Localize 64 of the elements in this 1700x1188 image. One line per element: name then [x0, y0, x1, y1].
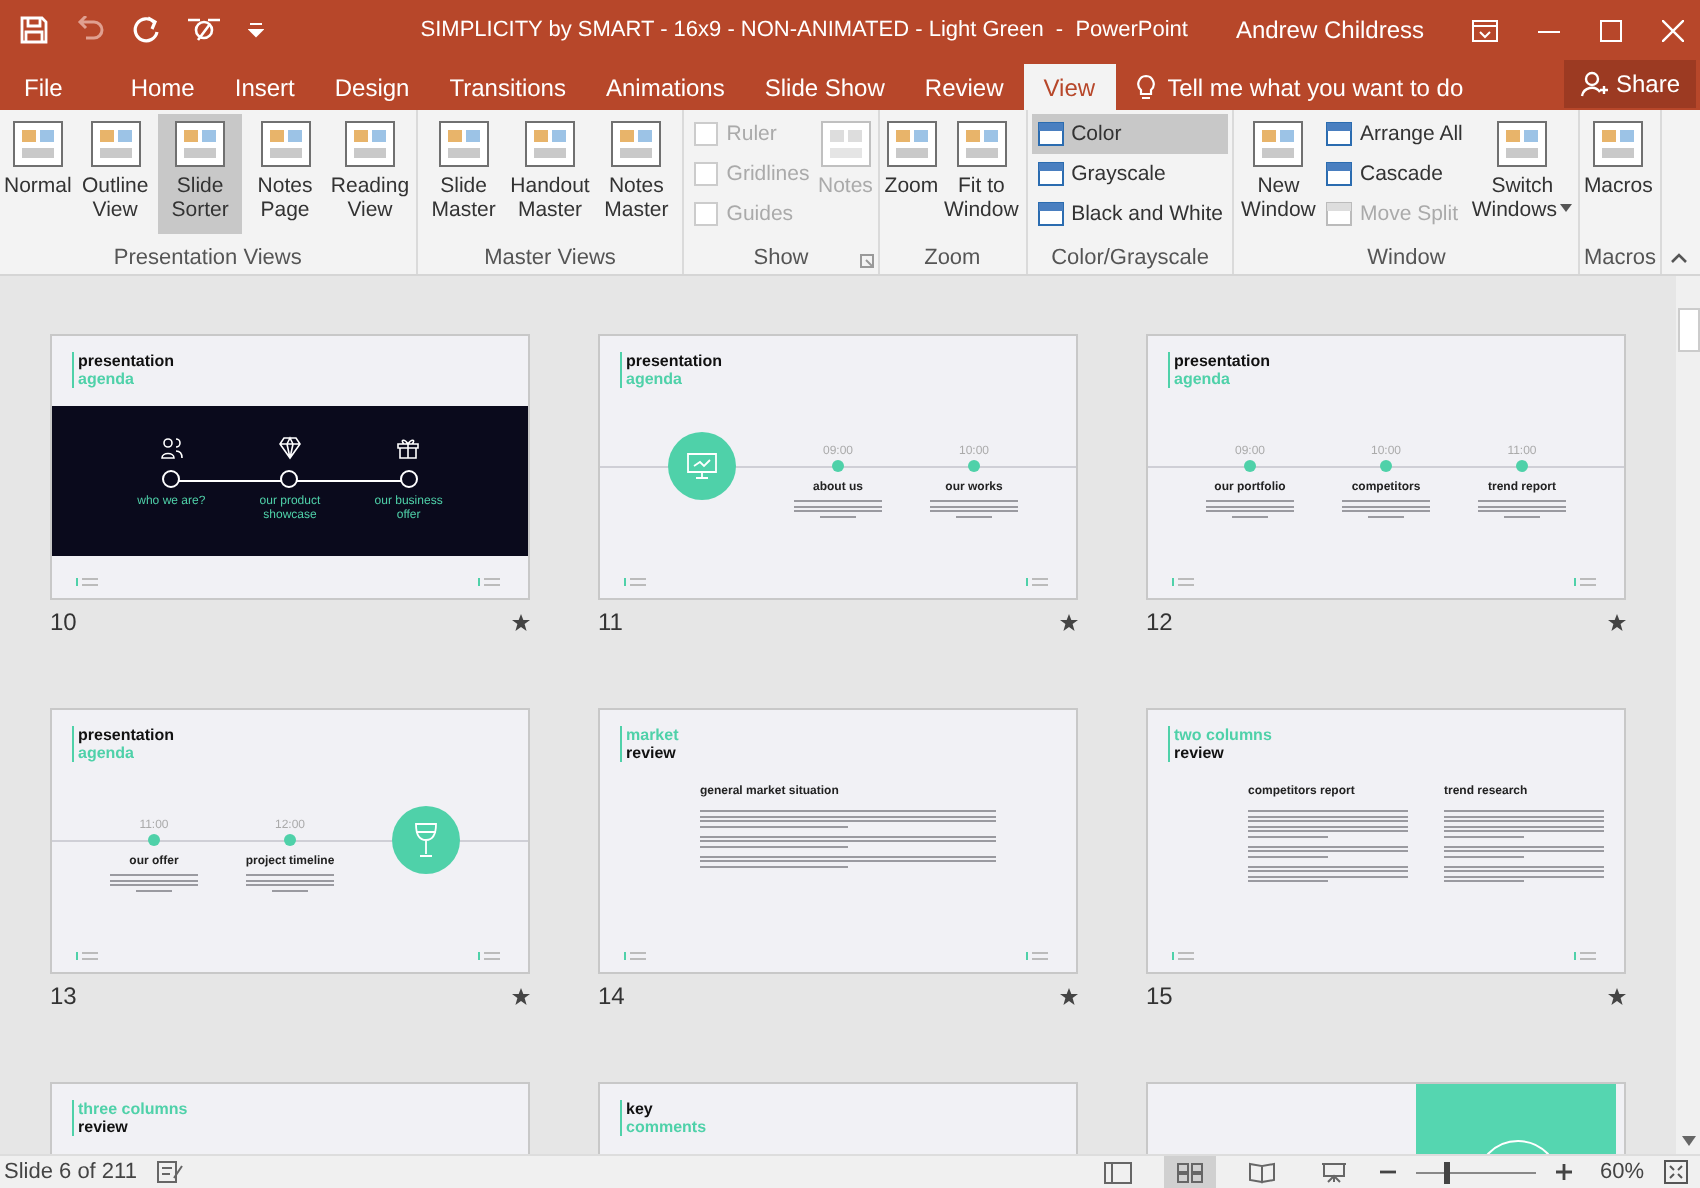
slide-title: agenda: [78, 744, 135, 762]
tell-me-field[interactable]: Tell me what you want to do: [1135, 64, 1492, 110]
slide-number: 11: [598, 608, 623, 636]
ribbon-button[interactable]: Black and White: [1031, 194, 1229, 234]
user-name: Andrew Childress: [1235, 16, 1424, 44]
slide-number: 14: [598, 982, 625, 1010]
slide-title: comments: [626, 1118, 707, 1136]
group-label: Window: [1367, 246, 1446, 270]
slide-title: key: [626, 1100, 653, 1118]
slide-title: presentation: [1174, 352, 1271, 370]
ribbon-tab[interactable]: File: [0, 64, 87, 110]
group-label: Presentation Views: [113, 246, 302, 270]
slide-number: 10: [50, 608, 77, 636]
ribbon-tab[interactable]: Review: [904, 64, 1024, 110]
ribbon-button[interactable]: Slide Master: [421, 114, 506, 234]
ribbon-button[interactable]: Zoom: [883, 114, 940, 234]
ribbon-button[interactable]: Macros: [1583, 114, 1653, 234]
slide-title: presentation: [78, 352, 175, 370]
zoom-level[interactable]: 60%: [1599, 1160, 1644, 1184]
group-label: Color/Grayscale: [1051, 246, 1209, 270]
slide-thumbnail[interactable]: three columns review: [50, 1082, 530, 1154]
ribbon-button[interactable]: Grayscale: [1031, 154, 1229, 194]
slide-title: three columns: [78, 1100, 188, 1118]
slide-thumbnail[interactable]: key comments: [598, 1082, 1078, 1154]
ribbon-button[interactable]: Color: [1031, 114, 1229, 154]
ribbon-button[interactable]: Notes Page: [243, 114, 327, 234]
ribbon-button[interactable]: Fit to Window: [941, 114, 1022, 234]
ribbon-button[interactable]: Reading View: [328, 114, 412, 234]
ribbon-tab[interactable]: Animations: [585, 64, 745, 110]
slide-title: agenda: [626, 370, 683, 388]
ribbon-button[interactable]: Handout Master: [507, 114, 593, 234]
ribbon-button[interactable]: Notes Master: [594, 114, 679, 234]
ribbon-button[interactable]: Arrange All: [1320, 114, 1469, 154]
slide-title: market: [626, 726, 679, 744]
ribbon-button[interactable]: Outline View: [73, 114, 157, 234]
slide-title: two columns: [1174, 726, 1272, 744]
ribbon-tab[interactable]: Transitions: [429, 64, 586, 110]
slide-number: 15: [1146, 982, 1173, 1010]
slide-title: agenda: [1174, 370, 1231, 388]
group-label: Macros: [1583, 246, 1656, 270]
ribbon-tab[interactable]: View: [1023, 64, 1116, 110]
ribbon-tab[interactable]: Design: [314, 64, 430, 110]
slide-number: 13: [50, 982, 77, 1010]
ribbon-button[interactable]: Slide Sorter: [158, 114, 242, 234]
group-label: Master Views: [484, 246, 616, 270]
ribbon-tab[interactable]: Slide Show: [744, 64, 905, 110]
slide-number: 12: [1146, 608, 1173, 636]
ribbon-button[interactable]: Switch Windows: [1470, 114, 1574, 234]
ribbon-button[interactable]: Normal: [4, 114, 72, 234]
ribbon-tab[interactable]: Insert: [214, 64, 315, 110]
slide-title: review: [1174, 744, 1224, 762]
ribbon-tab[interactable]: Home: [110, 64, 215, 110]
share-button[interactable]: Share: [1563, 60, 1696, 108]
slide-title: review: [626, 744, 676, 762]
group-label: Zoom: [924, 246, 981, 270]
window-title: SIMPLICITY by SMART - 16x9 - NON-ANIMATED - Light Green - PowerPoint: [420, 18, 1188, 42]
group-label: Show: [753, 246, 809, 270]
ribbon-button[interactable]: New Window: [1238, 114, 1318, 234]
slide-title: agenda: [78, 370, 135, 388]
slide-title: presentation: [626, 352, 723, 370]
ribbon-button[interactable]: Cascade: [1320, 154, 1469, 194]
slide-title: presentation: [78, 726, 175, 744]
slide-title: review: [78, 1118, 128, 1136]
slide-counter: Slide 6 of 211: [4, 1160, 137, 1184]
